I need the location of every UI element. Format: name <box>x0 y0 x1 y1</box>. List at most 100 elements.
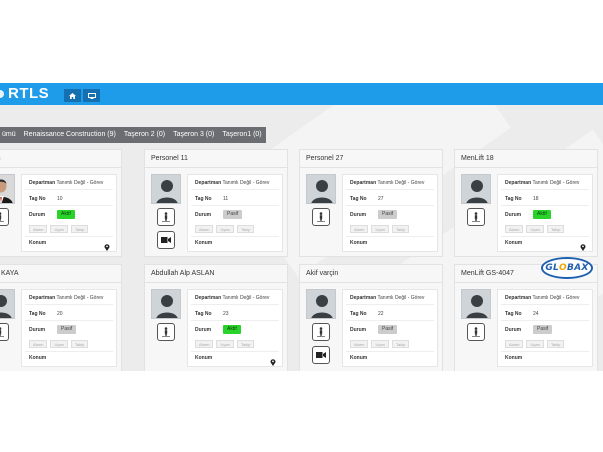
track-button[interactable]: Takip <box>71 225 89 233</box>
personnel-card[interactable]: MenLift 18 Departman Tanımlı Değil - Göre… <box>454 149 598 257</box>
track-button[interactable]: Takip <box>71 340 89 348</box>
track-button[interactable]: Takip <box>392 340 410 348</box>
globax-logo: GL O BAX <box>541 257 593 279</box>
track-button[interactable]: Takip <box>237 225 255 233</box>
department-value: Tanımlı Değil - Görev <box>56 295 104 301</box>
warning-button[interactable]: Uyarı <box>371 340 390 348</box>
department-label: Departman <box>195 180 222 186</box>
locate-person-button[interactable] <box>467 323 485 341</box>
tab-taseron1[interactable]: Taşeron1 (0) <box>218 127 265 143</box>
tab-renaissance-construction[interactable]: Renaissance Construction (9) <box>20 127 120 143</box>
tag-label: Tag No <box>350 311 367 317</box>
personnel-card[interactable]: Abdullah Alp ASLAN Departman Tanımlı Deği… <box>144 264 288 371</box>
alarm-button[interactable]: Alarm <box>29 225 48 233</box>
person-pin-icon <box>162 327 170 337</box>
person-pin-icon <box>317 212 325 222</box>
status-row: Durum <box>29 327 57 333</box>
department-row: Departman Tanımlı Değil - Görev <box>195 295 269 301</box>
status-label: Durum <box>29 327 46 333</box>
warning-button[interactable]: Uyarı <box>50 340 69 348</box>
action-buttons: Alarm Uyarı Takip <box>505 340 565 348</box>
locate-person-button[interactable] <box>157 323 175 341</box>
video-camera-icon <box>161 237 171 243</box>
tab-taseron-2[interactable]: Taşeron 2 (0) <box>120 127 169 143</box>
alarm-button[interactable]: Alarm <box>195 225 214 233</box>
location-pin-icon[interactable] <box>104 238 110 251</box>
status-row: Durum <box>195 212 223 218</box>
tag-label: Tag No <box>195 196 212 202</box>
status-label: Durum <box>29 212 46 218</box>
divider <box>191 189 279 190</box>
divider <box>501 236 589 237</box>
warning-button[interactable]: Uyarı <box>216 340 235 348</box>
locate-person-button[interactable] <box>312 208 330 226</box>
divider <box>25 205 113 206</box>
home-icon <box>69 92 76 99</box>
locate-person-button[interactable] <box>0 323 9 341</box>
track-button[interactable]: Takip <box>237 340 255 348</box>
action-buttons: Alarm Uyarı Takip <box>195 225 255 233</box>
user-avatar-icon <box>461 289 491 319</box>
warning-button[interactable]: Uyarı <box>216 225 235 233</box>
status-label: Durum <box>350 212 367 218</box>
page: RTLS ümü Renaissance Construction (9) Ta… <box>0 0 603 452</box>
home-button[interactable] <box>64 89 81 102</box>
status-row: Durum <box>350 212 378 218</box>
divider <box>25 189 113 190</box>
location-row: Konum <box>29 240 46 246</box>
tab-group[interactable]: ümü <box>0 127 20 143</box>
location-pin-icon[interactable] <box>270 353 276 366</box>
department-value: Tanımlı Değil - Görev <box>222 180 270 186</box>
personnel-card[interactable]: MenLift GS-4047 Departman Tanımlı Değil -… <box>454 264 598 371</box>
warning-button[interactable]: Uyarı <box>371 225 390 233</box>
personnel-card[interactable]: i Baş Departman Tanımlı Değil - Görev Tag … <box>0 149 122 257</box>
alarm-button[interactable]: Alarm <box>505 340 524 348</box>
warning-button[interactable]: Uyarı <box>50 225 69 233</box>
info-panel: Departman Tanımlı Değil - Görev Tag No 11 D… <box>187 174 283 252</box>
person-pin-icon <box>472 327 480 337</box>
card-title: Personel 11 <box>145 150 287 168</box>
video-camera-button[interactable] <box>157 231 175 249</box>
status-row: Durum <box>505 327 533 333</box>
alarm-button[interactable]: Alarm <box>505 225 524 233</box>
divider <box>346 304 434 305</box>
locate-person-button[interactable] <box>157 208 175 226</box>
user-avatar-icon <box>151 289 181 319</box>
personnel-card[interactable]: Personel 27 Departman Tanımlı Değil - Gör… <box>299 149 443 257</box>
tag-value: 20 <box>57 311 63 317</box>
track-button[interactable]: Takip <box>547 225 565 233</box>
location-pin-icon[interactable] <box>580 238 586 251</box>
top-bar: RTLS <box>0 83 603 105</box>
track-button[interactable]: Takip <box>392 225 410 233</box>
video-camera-button[interactable] <box>312 346 330 364</box>
divider <box>191 205 279 206</box>
alarm-button[interactable]: Alarm <box>350 340 369 348</box>
action-buttons: Alarm Uyarı Takip <box>195 340 255 348</box>
personnel-card[interactable]: Akif varçin Departman Tanımlı Değil - Gör… <box>299 264 443 371</box>
location-label: Konum <box>29 355 47 361</box>
warning-button[interactable]: Uyarı <box>526 340 545 348</box>
location-label: Konum <box>29 240 47 246</box>
tag-label: Tag No <box>29 311 46 317</box>
card-title: i Baş <box>0 150 121 168</box>
divider <box>501 351 589 352</box>
locate-person-button[interactable] <box>0 208 9 226</box>
warning-button[interactable]: Uyarı <box>526 225 545 233</box>
tag-row: Tag No 27 <box>350 196 384 202</box>
personnel-card[interactable]: Personel 11 Departman Tanımlı Değil - Gör… <box>144 149 288 257</box>
alarm-button[interactable]: Alarm <box>195 340 214 348</box>
action-buttons: Alarm Uyarı Takip <box>29 225 89 233</box>
card-title: Akif varçin <box>300 265 442 283</box>
tag-label: Tag No <box>350 196 367 202</box>
monitor-button[interactable] <box>83 89 100 102</box>
locate-person-button[interactable] <box>467 208 485 226</box>
logo-mark <box>0 90 4 98</box>
locate-person-button[interactable] <box>312 323 330 341</box>
department-label: Departman <box>350 180 377 186</box>
track-button[interactable]: Takip <box>547 340 565 348</box>
alarm-button[interactable]: Alarm <box>350 225 369 233</box>
alarm-button[interactable]: Alarm <box>29 340 48 348</box>
tab-taseron-3[interactable]: Taşeron 3 (0) <box>169 127 218 143</box>
personnel-card[interactable]: rhan KAYA Departman Tanımlı Değil - Görev… <box>0 264 122 371</box>
location-row: Konum <box>505 355 522 361</box>
